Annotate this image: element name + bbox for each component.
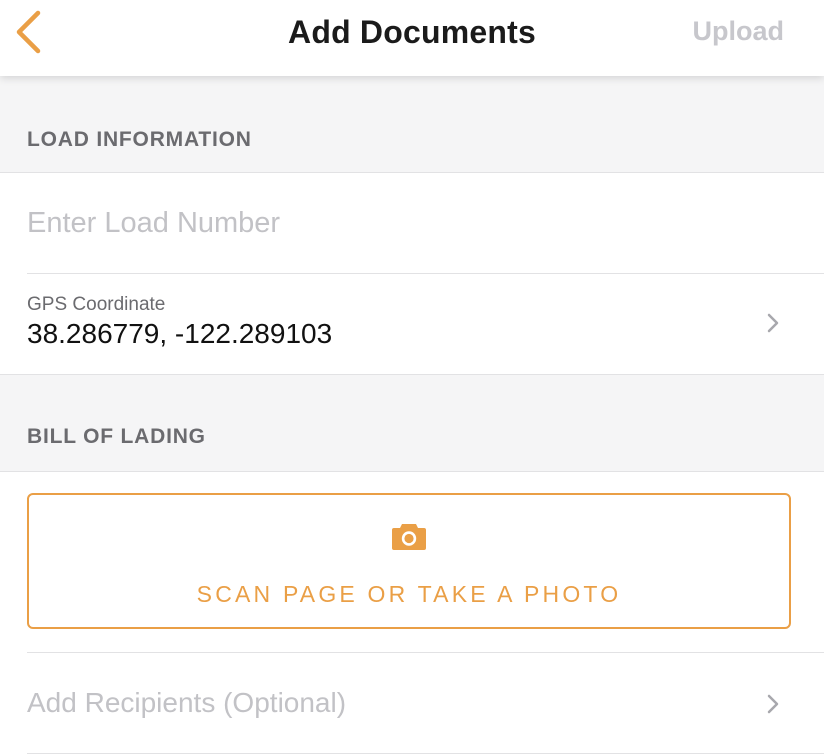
section-header-load-information: LOAD INFORMATION xyxy=(0,76,824,173)
chevron-right-icon xyxy=(767,313,779,333)
scan-page-label: SCAN PAGE OR TAKE A PHOTO xyxy=(196,581,622,607)
chevron-right-icon xyxy=(767,694,779,714)
add-recipients-label: Add Recipients (Optional) xyxy=(27,687,347,718)
gps-coordinate-label: GPS Coordinate xyxy=(27,294,166,315)
add-documents-screen: Add Documents Upload LOAD INFORMATION GP… xyxy=(0,0,824,755)
navigation-bar: Add Documents Upload xyxy=(0,0,824,76)
upload-button[interactable]: Upload xyxy=(693,16,785,47)
section-header-bill-of-lading: BILL OF LADING xyxy=(0,374,824,472)
gps-coordinate-value: 38.286779, -122.289103 xyxy=(27,318,333,349)
section-header-label: LOAD INFORMATION xyxy=(27,128,252,151)
gps-coordinate-row[interactable]: GPS Coordinate 38.286779, -122.289103 xyxy=(0,274,824,374)
load-number-row xyxy=(0,173,824,273)
load-number-input[interactable] xyxy=(27,207,787,240)
add-recipients-row[interactable]: Add Recipients (Optional) xyxy=(0,653,824,753)
divider xyxy=(27,753,824,754)
bill-of-lading-body: SCAN PAGE OR TAKE A PHOTO xyxy=(0,472,824,652)
section-header-label: BILL OF LADING xyxy=(27,425,206,448)
camera-icon xyxy=(392,524,426,550)
scan-page-button[interactable]: SCAN PAGE OR TAKE A PHOTO xyxy=(27,493,791,629)
